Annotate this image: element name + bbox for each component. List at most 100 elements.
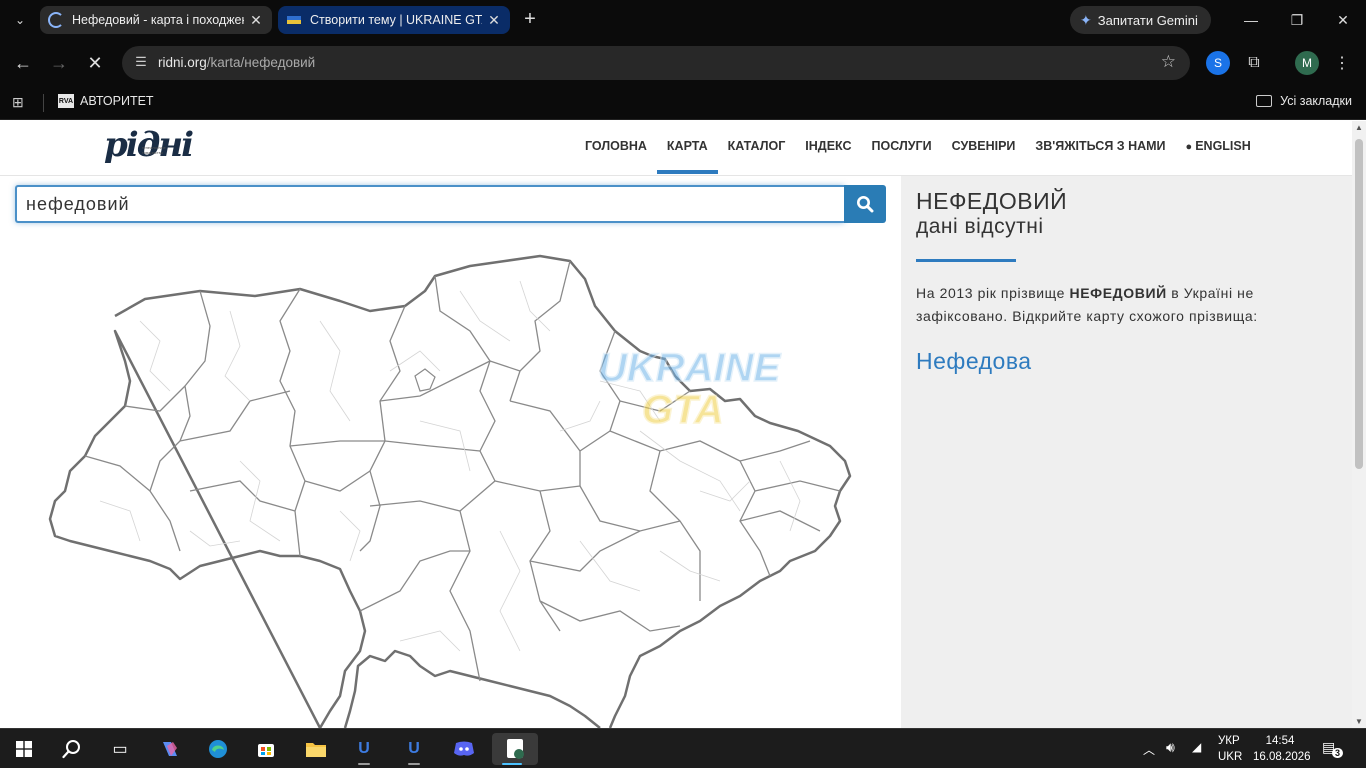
clock[interactable]: 14:54 16.08.2026 — [1253, 733, 1311, 765]
nav-label: Послуги — [871, 139, 932, 153]
similar-surname-link[interactable]: Нефедова — [916, 348, 1032, 375]
surname-search — [15, 185, 886, 223]
loading-spinner-icon — [48, 12, 64, 28]
chrome-app[interactable] — [492, 733, 538, 765]
shazam-extension-icon[interactable]: S — [1206, 51, 1230, 75]
copilot-app[interactable] — [150, 733, 190, 765]
profile-initial: M — [1302, 56, 1312, 70]
gemini-label: Запитати Gemini — [1097, 12, 1198, 28]
browser-tab-active[interactable]: Нефедовий - карта і походжен ✕ — [40, 6, 272, 34]
language-switcher[interactable]: УКР UKR — [1218, 733, 1242, 765]
close-window-button[interactable]: ✕ — [1320, 0, 1366, 40]
menu-kebab-icon[interactable]: ⋮ — [1330, 51, 1354, 75]
search-icon — [857, 196, 874, 213]
nav-label: Каталог — [727, 139, 786, 153]
ask-gemini-button[interactable]: ✦ Запитати Gemini — [1070, 6, 1211, 34]
close-tab-icon[interactable]: ✕ — [248, 12, 264, 29]
back-button[interactable]: ← — [10, 50, 36, 76]
bookmark-label: АВТОРИТЕТ — [80, 94, 154, 108]
clock-date: 16.08.2026 — [1253, 751, 1311, 763]
nav-label: Зв'яжіться з нами — [1035, 139, 1166, 153]
address-bar[interactable]: ☰ ridni.org/karta/нефедовий ☆ — [122, 46, 1190, 80]
tab-search-button[interactable]: ⌄ — [8, 8, 32, 32]
scrollbar-thumb[interactable] — [1355, 139, 1363, 469]
divider — [43, 94, 44, 112]
chrome-window-icon — [507, 739, 524, 759]
volume-icon[interactable]: 🔊︎ — [1166, 739, 1175, 756]
ukraine-outline-map — [48, 254, 852, 728]
url-host: ridni.org — [158, 55, 207, 70]
arrow-left-icon: ← — [14, 52, 32, 73]
extensions-puzzle-icon[interactable]: ⧉ — [1242, 51, 1266, 75]
bookmark-favicon: RVA — [58, 94, 74, 108]
search-icon — [62, 740, 80, 759]
restore-button[interactable]: ❐ — [1274, 0, 1320, 40]
profile-avatar[interactable]: M — [1295, 51, 1319, 75]
store-app[interactable] — [246, 733, 286, 765]
folder-icon — [1256, 95, 1273, 107]
tab-title: Створити тему | UKRAINE GTA — [310, 13, 482, 27]
ukraine-surname-map[interactable] — [40, 251, 870, 728]
nav-english[interactable]: ● English — [1176, 121, 1261, 176]
file-explorer-app[interactable] — [296, 733, 336, 765]
task-view-icon: ▭ — [112, 741, 128, 758]
nav-map[interactable]: Карта — [656, 121, 718, 176]
nav-home[interactable]: Головна — [575, 121, 657, 176]
surname-title: НЕФЕДОВИЙ — [916, 188, 1068, 214]
arrow-right-icon: → — [50, 52, 68, 73]
clock-time: 14:54 — [1265, 735, 1295, 747]
nav-index[interactable]: Індекс — [795, 121, 861, 176]
nav-catalog[interactable]: Каталог — [718, 121, 796, 176]
description-surname: НЕФЕДОВИЙ — [1069, 285, 1167, 301]
edge-icon — [209, 740, 227, 758]
network-icon[interactable]: ◢ — [1192, 740, 1201, 754]
site-logo[interactable]: рідні генеалогічне товариство — [104, 125, 194, 169]
start-button[interactable] — [4, 733, 44, 765]
nav-services[interactable]: Послуги — [862, 121, 942, 176]
url-path: /karta/нефедовий — [206, 55, 316, 70]
show-hidden-icons[interactable]: ︿ — [1143, 741, 1155, 758]
nav-contact[interactable]: Зв'яжіться з нами — [1025, 121, 1175, 176]
nav-label: English — [1195, 139, 1251, 153]
url-text: ridni.org/karta/нефедовий — [158, 55, 315, 70]
discord-app[interactable] — [444, 733, 484, 765]
minimize-button[interactable]: — — [1228, 0, 1274, 40]
chevron-up-icon: ︿ — [1143, 743, 1156, 757]
scroll-down-icon[interactable]: ▼ — [1352, 717, 1366, 726]
new-tab-button[interactable]: + — [518, 8, 542, 32]
country-border — [48, 254, 852, 728]
task-view-button[interactable]: ▭ — [100, 733, 140, 765]
game-launcher-app-2[interactable]: U — [394, 733, 434, 765]
launcher-icon: U — [358, 740, 370, 757]
stop-loading-button[interactable]: ✕ — [82, 50, 108, 76]
language-code: УКР — [1218, 735, 1240, 747]
divider — [916, 259, 1016, 262]
nav-souvenirs[interactable]: Сувеніри — [942, 121, 1026, 176]
forward-button[interactable]: → — [46, 50, 72, 76]
site-info-icon[interactable]: ☰ — [132, 54, 150, 72]
apps-grid-icon[interactable]: ⊞ — [12, 94, 24, 111]
windows-taskbar: ▭ U U ︿ 🔊︎ ◢ УКР UKR 14:54 16.08.2026 ▤ … — [0, 728, 1366, 768]
bookmark-avtorytet[interactable]: RVA АВТОРИТЕТ — [58, 94, 154, 108]
folder-icon — [306, 743, 326, 757]
edge-app[interactable] — [198, 733, 238, 765]
restore-icon: ❐ — [1290, 11, 1304, 28]
page-scrollbar[interactable]: ▲ ▼ — [1352, 121, 1366, 728]
game-launcher-app[interactable]: U — [344, 733, 384, 765]
notification-count: 3 — [1332, 748, 1344, 758]
store-icon — [258, 744, 274, 757]
browser-tab[interactable]: Створити тему | UKRAINE GTA ✕ — [278, 6, 510, 34]
all-bookmarks-button[interactable]: Усі закладки — [1256, 94, 1352, 108]
nav-label: Карта — [666, 139, 708, 153]
search-button[interactable] — [52, 733, 92, 765]
surname-search-input[interactable] — [15, 185, 844, 223]
surname-info-panel: НЕФЕДОВИЙ дані відсутні На 2013 рік пріз… — [901, 176, 1352, 728]
discord-icon — [454, 741, 474, 756]
scroll-up-icon[interactable]: ▲ — [1352, 123, 1366, 132]
ukraine-gta-favicon-icon — [287, 16, 301, 24]
close-tab-icon[interactable]: ✕ — [486, 12, 502, 29]
notifications-button[interactable]: ▤ 3 — [1322, 739, 1344, 758]
gemini-sparkle-icon: ✦ — [1080, 11, 1092, 28]
bookmark-star-icon[interactable]: ☆ — [1161, 52, 1176, 72]
search-button[interactable] — [844, 185, 886, 223]
